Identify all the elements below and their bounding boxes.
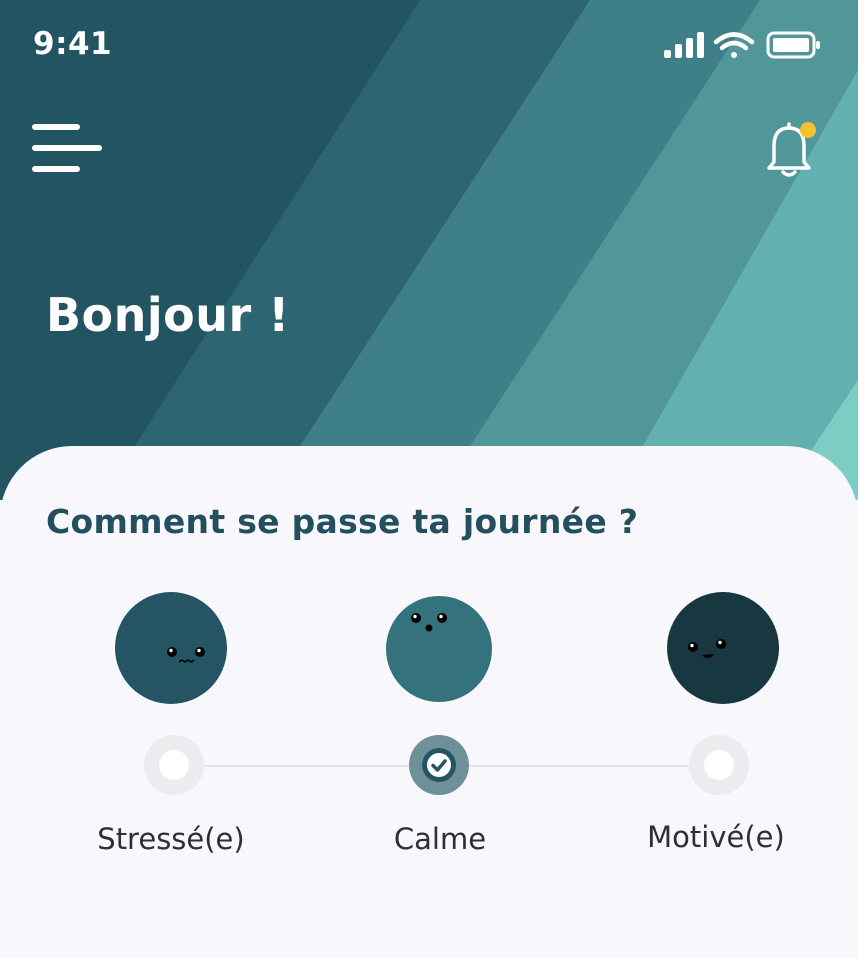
mood-radio-calm[interactable]	[409, 735, 469, 795]
motivated-face-icon	[688, 639, 726, 659]
greeting-title: Bonjour !	[46, 288, 290, 342]
notification-dot	[800, 122, 816, 138]
stressed-face-icon	[167, 647, 205, 663]
stressed-face-avatar[interactable]	[115, 592, 227, 704]
mood-question: Comment se passe ta journée ?	[46, 502, 639, 541]
menu-button[interactable]	[32, 124, 104, 176]
status-time: 9:41	[33, 26, 113, 62]
header-banner: 9:41 Bonjour !	[0, 0, 858, 500]
checkmark-icon	[427, 753, 451, 777]
wifi-icon	[713, 32, 755, 58]
motivated-face-avatar[interactable]	[667, 592, 779, 704]
mood-radio-stressed[interactable]	[144, 735, 204, 795]
hamburger-menu-icon	[32, 124, 102, 172]
mood-label-stressed: Stressé(e)	[97, 822, 245, 856]
striped-background	[0, 0, 858, 500]
bell-icon	[767, 122, 816, 177]
mood-label-calm: Calme	[393, 822, 487, 856]
notifications-button[interactable]	[762, 118, 820, 180]
mood-radio-motivated[interactable]	[689, 735, 749, 795]
calm-face-icon	[411, 613, 447, 632]
status-icons	[664, 30, 824, 66]
calm-face-avatar[interactable]	[386, 596, 492, 702]
battery-icon	[766, 31, 820, 59]
cellular-signal-icon	[664, 32, 704, 58]
mood-label-motivated: Motivé(e)	[647, 820, 785, 854]
